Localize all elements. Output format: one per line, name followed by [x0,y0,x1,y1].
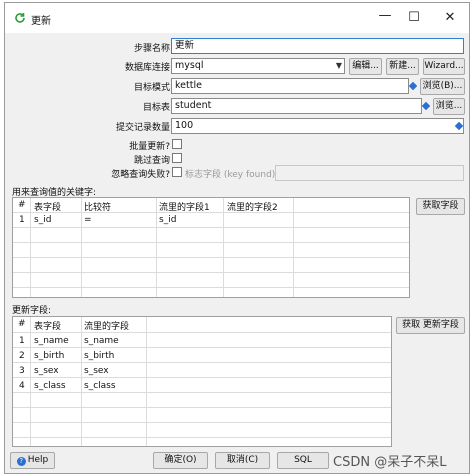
table-cell[interactable]: s_class [84,381,116,391]
commit-size-input[interactable]: 100 [171,118,464,134]
connection-label: 数据库连接 [124,63,170,73]
table-cell[interactable]: = [84,215,92,225]
variable-diamond-icon [421,101,431,111]
column-header: 流里的字段2 [227,203,278,213]
ignore-lookup-failure-checkbox[interactable] [172,167,182,177]
connection-value: mysql [175,60,204,71]
column-header: # [18,200,26,210]
update-section-label: 更新字段: [12,306,52,316]
ok-button[interactable]: 确定(O) [153,452,208,469]
update-fields-table[interactable]: # 表字段 流里的字段 1 s_name s_name 2 s_birth s_… [12,316,392,447]
minimize-button[interactable]: — [377,8,393,24]
ignore-lookup-failure-label: 忽略查询失败? [111,170,170,180]
flag-field-input [275,165,464,181]
get-fields-button[interactable]: 获取字段 [416,198,465,215]
row-number: 3 [19,366,25,376]
column-header: 表字段 [34,203,62,213]
commit-size-label: 提交记录数量 [115,123,170,133]
target-schema-input[interactable]: kettle [171,78,409,94]
batch-update-label: 批量更新? [129,142,170,152]
table-cell[interactable]: s_sex [34,366,59,376]
table-cell[interactable]: s_name [34,336,69,346]
table-cell[interactable]: s_class [34,381,66,391]
browse-table-button[interactable]: 浏览... [433,98,465,115]
step-name-label: 步骤名称 [133,44,170,54]
batch-update-checkbox[interactable] [172,139,182,149]
column-header: 比较符 [84,203,112,213]
refresh-icon [15,13,25,23]
table-cell[interactable]: s_id [159,215,176,225]
title-bar: 更新 — ☐ ✕ [5,3,469,33]
table-cell[interactable]: s_id [34,215,51,225]
help-icon: ? [16,457,26,466]
row-number: 1 [19,336,25,346]
help-button-label: Help [27,455,49,465]
skip-lookup-label: 跳过查询 [133,156,170,166]
target-table-input[interactable]: student [171,98,422,114]
table-cell[interactable]: s_name [84,336,119,346]
variable-diamond-icon [408,81,418,91]
table-cell[interactable]: s_birth [34,351,64,361]
column-header: 流里的字段 [84,322,130,332]
connection-select[interactable]: mysql ▼ [171,58,345,74]
new-connection-button[interactable]: 新建... [386,58,419,75]
table-cell[interactable]: s_birth [84,351,114,361]
row-number: 1 [19,215,25,225]
column-header: 表字段 [34,322,62,332]
step-name-input[interactable]: 更新 [171,38,464,54]
column-header: # [18,319,26,329]
cancel-button[interactable]: 取消(C) [215,452,270,469]
row-number: 4 [19,381,25,391]
column-header: 流里的字段1 [159,203,210,213]
edit-connection-button[interactable]: 编辑... [349,58,382,75]
wizard-button[interactable]: Wizard... [423,58,465,75]
target-table-label: 目标表 [142,103,170,113]
close-button[interactable]: ✕ [442,10,458,26]
keys-table[interactable]: # 表字段 比较符 流里的字段1 流里的字段2 1 s_id = s_id [12,197,410,298]
window-title: 更新 [31,16,51,27]
flag-field-label: 标志字段 (key found) [185,170,276,180]
sql-button[interactable]: SQL [277,452,329,469]
maximize-button[interactable]: ☐ [406,10,422,26]
browse-schema-button[interactable]: 浏览(B)... [420,78,465,95]
target-schema-label: 目标模式 [133,83,170,93]
get-update-fields-button[interactable]: 获取 更新字段 [396,317,465,334]
row-number: 2 [19,351,25,361]
skip-lookup-checkbox[interactable] [172,153,182,163]
csdn-watermark: CSDN @呆子不呆L [333,455,447,470]
help-button[interactable]: ? Help [10,452,55,469]
table-cell[interactable]: s_sex [84,366,109,376]
chevron-down-icon: ▼ [335,61,342,70]
update-dialog: 更新 — ☐ ✕ 步骤名称 更新 数据库连接 mysql ▼ 编辑... 新建.… [4,2,470,474]
